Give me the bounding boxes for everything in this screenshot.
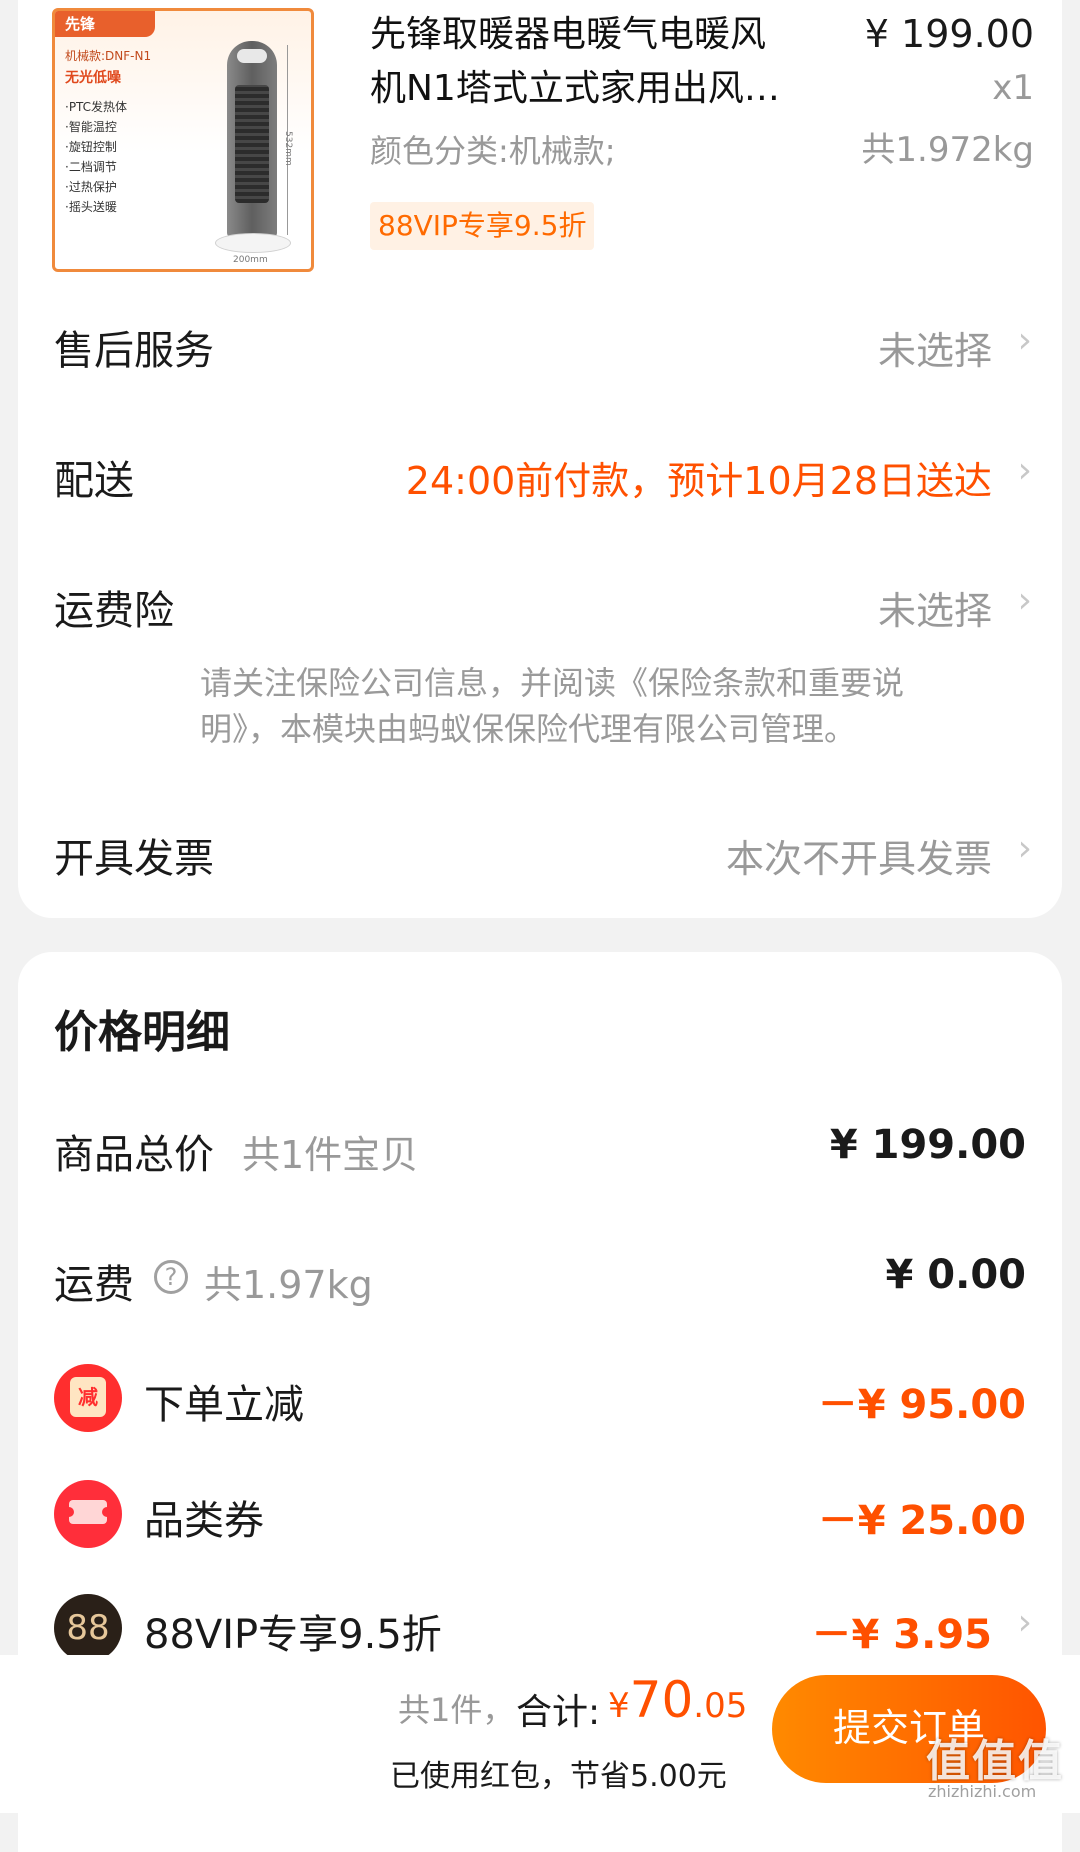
vip-88-icon: 88 [54,1594,122,1662]
vip-discount-label[interactable]: 88VIP专享9.5折 [144,1602,442,1660]
checkout-bar: 共1件， 合计: ¥70.05 已使用红包，节省5.00元 提交订单 [0,1655,1080,1813]
delivery-estimate: 24:00前付款，预计10月28日送达 [405,459,992,503]
width-dimension-label: 200mm [233,255,268,265]
thumbnail-feature: ·旋钮控制 [65,140,117,154]
product-price: ¥ 199.00 [864,12,1034,56]
thumbnail-tagline: 无光低噪 [65,70,121,86]
category-coupon-amount: －¥ 25.00 [817,1498,1026,1544]
insurance-notice[interactable]: 请关注保险公司信息，并阅读《保险条款和重要说明》，本模块由蚂蚁保保险代理有限公司… [200,660,980,752]
vip-discount-tag: 88VIP专享9.5折 [370,202,595,250]
price-detail-title: 价格明细 [54,1007,230,1058]
invoice-value: 本次不开具发票 [725,837,992,881]
delivery-label: 配送 [54,458,134,504]
category-coupon-label: 品类券 [144,1498,264,1544]
after-sales-row[interactable]: 售后服务 未选择 › [18,310,1062,380]
total-label: 合计: [516,1692,601,1733]
chevron-right-icon: › [1017,320,1032,361]
height-dimension-label: 532mm [283,131,293,166]
chevron-right-icon: › [1017,580,1032,621]
delivery-row[interactable]: 配送 24:00前付款，预计10月28日送达 › [18,440,1062,510]
after-sales-value: 未选择 [877,329,992,373]
brand-logo: 先锋 [55,11,155,37]
order-item-card: 先锋 机械款:DNF-N1 无光低噪 ·PTC发热体 ·智能温控 ·旋钮控制 ·… [18,0,1062,918]
product-weight: 共1.972kg [861,130,1034,170]
thumbnail-feature: ·PTC发热体 [65,100,128,114]
product-quantity: x1 [992,68,1034,108]
thumbnail-model: 机械款:DNF-N1 [65,49,152,63]
product-thumbnail[interactable]: 先锋 机械款:DNF-N1 无光低噪 ·PTC发热体 ·智能温控 ·旋钮控制 ·… [52,8,314,272]
total-amount: ¥70.05 [608,1671,748,1729]
help-icon[interactable]: ? [154,1260,188,1294]
shipping-weight: 共1.97kg [204,1263,373,1307]
thumbnail-feature: ·二档调节 [65,160,117,174]
thumbnail-feature: ·过热保护 [65,180,117,194]
instant-discount-amount: －¥ 95.00 [817,1382,1026,1428]
item-count: 共1件， [398,1691,515,1729]
invoice-row[interactable]: 开具发票 本次不开具发票 › [18,818,1062,888]
instant-discount-icon: 减 [54,1364,122,1432]
goods-total-label: 商品总价 [54,1132,214,1178]
shipping-insurance-label: 运费险 [54,588,174,634]
heater-image [227,41,277,237]
vip-discount-amount[interactable]: －¥ 3.95 [812,1602,992,1660]
thumbnail-feature: ·智能温控 [65,120,117,134]
shipping-fee-amount: ¥ 0.00 [885,1252,1026,1298]
chevron-right-icon: › [1017,828,1032,869]
watermark-url: zhizhizhi.com [928,1782,1037,1801]
shipping-insurance-value: 未选择 [877,589,992,633]
watermark-logo: 值值值 [926,1736,1064,1787]
thumbnail-feature: ·摇头送暖 [65,200,117,214]
savings-note: 已使用红包，节省5.00元 [390,1759,727,1794]
shipping-fee-label: 运费 [54,1262,134,1308]
instant-discount-label: 下单立减 [144,1382,304,1428]
goods-count: 共1件宝贝 [242,1133,419,1177]
product-title[interactable]: 先锋取暖器电暖气电暖风 机N1塔式立式家用出风… [370,8,830,116]
thumbnail-feature-list: ·PTC发热体 ·智能温控 ·旋钮控制 ·二档调节 ·过热保护 ·摇头送暖 [65,97,127,217]
product-title-line: 先锋取暖器电暖气电暖风 [370,14,767,55]
after-sales-label: 售后服务 [54,328,214,374]
heater-base-image [215,233,291,253]
product-variant: 颜色分类:机械款; [370,132,616,170]
shipping-insurance-row[interactable]: 运费险 未选择 › [18,570,1062,640]
product-title-line: 机N1塔式立式家用出风… [370,68,780,109]
coupon-ticket-icon [54,1480,122,1548]
invoice-label: 开具发票 [54,836,214,882]
chevron-right-icon: › [1017,450,1032,491]
goods-total-amount: ¥ 199.00 [829,1122,1026,1168]
chevron-right-icon[interactable]: › [1018,1602,1032,1643]
